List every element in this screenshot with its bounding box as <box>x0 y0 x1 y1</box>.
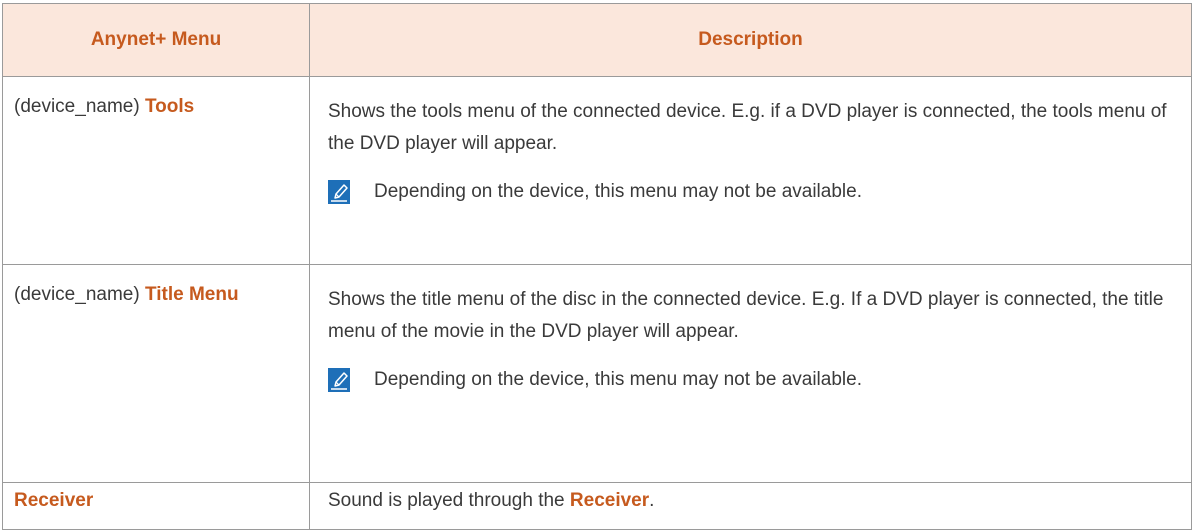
header-anynet-menu: Anynet+ Menu <box>2 3 310 77</box>
description-cell: Shows the tools menu of the connected de… <box>309 76 1192 265</box>
note-pencil-icon <box>328 368 350 392</box>
table-row: Receiver Sound is played through the Rec… <box>2 482 1192 530</box>
header-description: Description <box>309 3 1192 77</box>
note: Depending on the device, this menu may n… <box>328 180 1171 204</box>
menu-name-highlight: Tools <box>144 96 195 117</box>
note-pencil-icon <box>328 180 350 204</box>
note-text: Depending on the device, this menu may n… <box>374 369 862 390</box>
table-row: (device_name) Tools Shows the tools menu… <box>2 76 1192 265</box>
note: Depending on the device, this menu may n… <box>328 368 1171 392</box>
table-header-row: Anynet+ Menu Description <box>2 3 1192 77</box>
menu-name-cell: (device_name) Tools <box>2 76 310 265</box>
table-row: (device_name) Title Menu Shows the title… <box>2 264 1192 483</box>
menu-name-cell: (device_name) Title Menu <box>2 264 310 483</box>
description-text: Shows the tools menu of the connected de… <box>328 101 1167 154</box>
menu-name-cell: Receiver <box>2 482 310 530</box>
description-cell: Sound is played through the Receiver. <box>309 482 1192 530</box>
note-text: Depending on the device, this menu may n… <box>374 181 862 202</box>
description-cell: Shows the title menu of the disc in the … <box>309 264 1192 483</box>
menu-name-prefix: (device_name) <box>14 284 145 305</box>
anynet-menu-table: Anynet+ Menu Description (device_name) T… <box>2 3 1192 530</box>
description-text: Shows the title menu of the disc in the … <box>328 289 1164 342</box>
menu-name-highlight: Title Menu <box>144 284 239 305</box>
menu-name-prefix: (device_name) <box>14 96 145 117</box>
